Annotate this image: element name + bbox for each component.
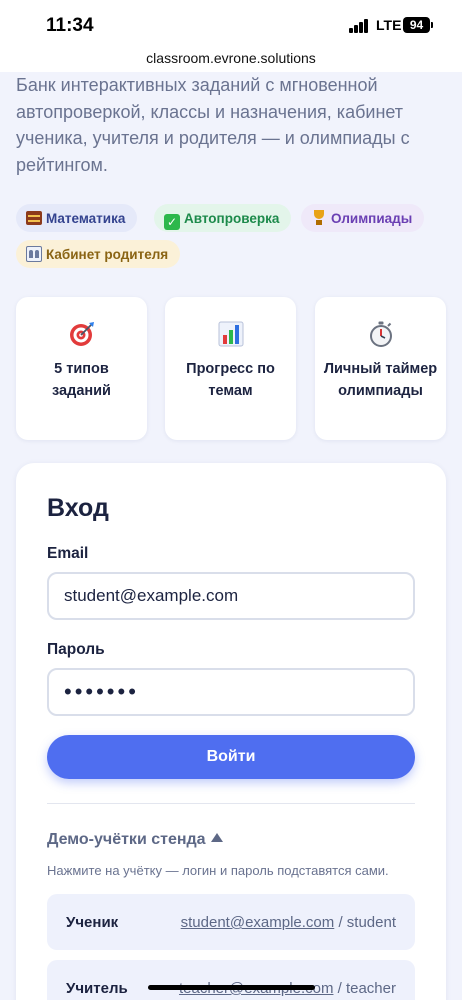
bar-chart-icon [218,321,243,347]
family-icon [26,240,44,268]
login-button[interactable]: Войти [47,735,415,779]
signal-icon [349,19,369,33]
feature-label: Прогресс по темам [186,361,275,399]
check-box-icon: ✓ [164,204,182,232]
status-bar: 11:34 LTE 94 [0,0,462,44]
tag-autocheck: ✓ Автопроверка [154,204,292,232]
demo-account-teacher[interactable]: Учитель teacher@example.com / teacher [47,960,415,1000]
demo-password: / teacher [337,980,396,997]
demo-account-student[interactable]: Ученик student@example.com / student [47,894,415,950]
tag-label: Кабинет родителя [46,247,169,262]
status-time: 11:34 [46,15,94,36]
demo-role: Ученик [66,914,119,931]
demo-credentials: student@example.com / student [181,914,396,931]
feature-label: 5 типов заданий [52,361,111,399]
network-label: LTE [376,17,402,33]
email-field[interactable] [47,572,415,620]
feature-label: Личный таймер олимпиады [323,361,438,399]
address-bar[interactable]: classroom.evrone.solutions [0,44,462,72]
trophy-icon [311,204,329,232]
feature-card-timer: Личный таймер олимпиады [315,297,446,440]
tag-parent-cabinet: Кабинет родителя [16,240,181,268]
password-label: Пароль [47,641,105,658]
home-indicator[interactable] [148,985,315,990]
tag-olympiads: Олимпиады [301,204,425,232]
demo-role: Учитель [66,980,128,997]
target-icon [69,322,94,346]
login-title: Вход [47,494,109,522]
password-field[interactable] [47,668,415,716]
demo-password: / student [338,914,396,931]
caret-up-icon [210,833,223,842]
demo-accounts-toggle[interactable]: Демо-учётки стенда [47,831,223,849]
abacus-icon [26,204,44,232]
tag-label: Математика [46,211,126,226]
tag-math: Математика [16,204,138,232]
battery-cap [431,22,433,28]
demo-accounts-hint: Нажмите на учётку — логин и пароль подст… [47,863,389,878]
demo-accounts-title: Демо-учётки стенда [47,831,206,848]
divider [47,803,415,804]
tag-label: Автопроверка [184,211,280,226]
feature-card-task-types: 5 типов заданий [16,297,147,440]
demo-email: student@example.com [180,914,335,931]
stopwatch-icon [369,321,392,347]
login-card: Вход Email Пароль Войти Демо-учётки стен… [16,463,446,1000]
battery-icon: 94 [403,17,430,33]
intro-text: Банк интерактивных заданий с мгновенной … [16,75,410,175]
email-label: Email [47,545,89,562]
feature-card-progress: Прогресс по темам [165,297,296,440]
tag-label: Олимпиады [331,211,413,226]
